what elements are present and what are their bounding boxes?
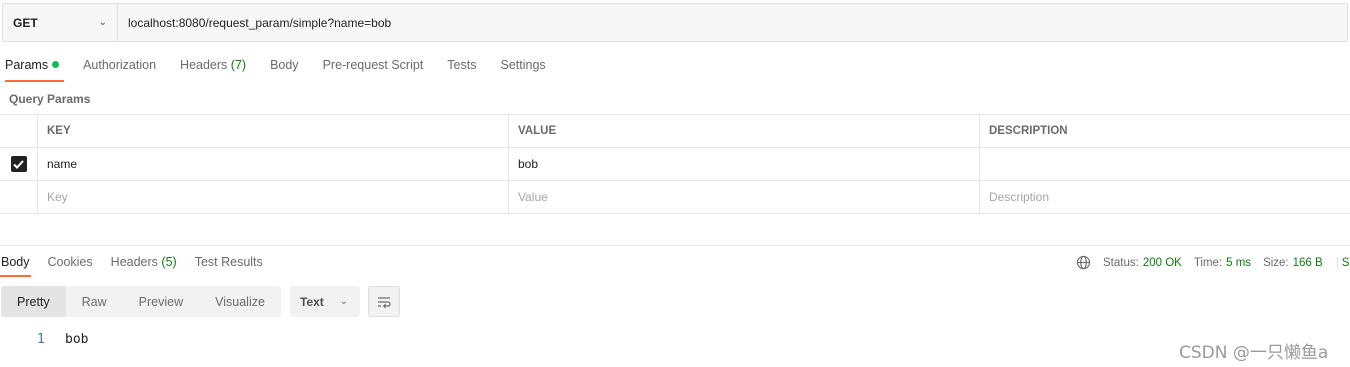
tab-authorization[interactable]: Authorization <box>78 52 161 82</box>
response-body-content: bob <box>65 332 89 347</box>
param-enabled-checkbox[interactable] <box>10 156 27 172</box>
time-label: Time: <box>1193 256 1223 269</box>
tab-params[interactable]: Params <box>0 52 65 82</box>
globe-icon[interactable] <box>1076 255 1091 270</box>
format-select[interactable]: Text ⌄ <box>290 286 360 317</box>
watermark: CSDN @一只懒鱼a <box>1179 343 1329 363</box>
table-header-row: KEY VALUE DESCRIPTION <box>0 115 1350 148</box>
response-tab-headers[interactable]: Headers (5) <box>110 249 178 277</box>
tab-settings[interactable]: Settings <box>495 52 550 82</box>
new-description-input[interactable]: Description <box>980 181 1350 213</box>
view-visualize-button[interactable]: Visualize <box>199 286 281 317</box>
size-label: Size: <box>1263 256 1289 269</box>
checkmark-icon <box>13 159 24 169</box>
time-value[interactable]: 5 ms <box>1226 257 1251 269</box>
line-number: 1 <box>37 332 45 347</box>
view-preview-button[interactable]: Preview <box>123 286 199 317</box>
new-row-checkbox-cell <box>0 181 38 213</box>
response-tab-cookies[interactable]: Cookies <box>47 249 94 277</box>
column-header-description: DESCRIPTION <box>989 125 1068 137</box>
response-tab-body[interactable]: Body <box>0 249 31 277</box>
response-status-bar: Status: 200 OK Time: 5 ms Size: 166 B S <box>1076 255 1349 270</box>
view-mode-selector: Pretty Raw Preview Visualize <box>1 286 281 317</box>
row-checkbox-cell <box>0 148 38 180</box>
wrap-lines-icon <box>378 296 391 308</box>
request-url-bar: GET ⌄ localhost:8080/request_param/simpl… <box>2 3 1348 42</box>
tab-headers-label: Headers <box>180 58 228 72</box>
tab-headers[interactable]: Headers (7) <box>175 52 251 82</box>
method-select[interactable]: GET ⌄ <box>3 4 118 41</box>
chevron-down-icon: ⌄ <box>98 17 107 28</box>
query-params-table: KEY VALUE DESCRIPTION name bob Key Value… <box>0 114 1350 214</box>
view-raw-button[interactable]: Raw <box>66 286 123 317</box>
section-divider <box>0 245 1350 246</box>
tab-body[interactable]: Body <box>265 52 304 82</box>
tab-headers-count: (7) <box>230 58 247 72</box>
save-response-truncated[interactable]: S <box>1336 256 1349 269</box>
response-tab-test-results[interactable]: Test Results <box>194 249 264 277</box>
column-header-value: VALUE <box>509 115 980 147</box>
new-key-input[interactable]: Key <box>38 181 509 213</box>
status-label: Status: <box>1103 256 1139 269</box>
query-params-title: Query Params <box>9 92 91 106</box>
params-active-dot-icon <box>52 61 60 68</box>
new-value-input[interactable]: Value <box>509 181 980 213</box>
param-description-cell[interactable] <box>980 148 1350 180</box>
response-tabs: Body Cookies Headers (5) Test Results <box>0 249 280 277</box>
tab-params-label: Params <box>5 58 49 72</box>
table-row-new: Key Value Description <box>0 181 1350 214</box>
status-value[interactable]: 200 OK <box>1143 257 1182 269</box>
method-label: GET <box>13 15 38 30</box>
view-pretty-button[interactable]: Pretty <box>1 286 66 317</box>
param-key-cell[interactable]: name <box>38 148 509 180</box>
column-header-key: KEY <box>38 115 509 147</box>
wrap-lines-button[interactable] <box>368 286 400 317</box>
response-headers-count: (5) <box>161 255 177 269</box>
url-input[interactable]: localhost:8080/request_param/simple?name… <box>118 4 1347 41</box>
header-checkbox-cell <box>0 115 38 147</box>
tab-pre-request-script[interactable]: Pre-request Script <box>318 52 429 82</box>
chevron-down-icon: ⌄ <box>339 296 348 307</box>
tab-tests[interactable]: Tests <box>442 52 481 82</box>
response-tab-headers-label: Headers <box>110 255 158 269</box>
format-label: Text <box>300 294 324 309</box>
param-value-cell[interactable]: bob <box>509 148 980 180</box>
size-value[interactable]: 166 B <box>1293 257 1323 269</box>
table-row: name bob <box>0 148 1350 181</box>
request-tabs: Params Authorization Headers (7) Body Pr… <box>0 52 565 82</box>
